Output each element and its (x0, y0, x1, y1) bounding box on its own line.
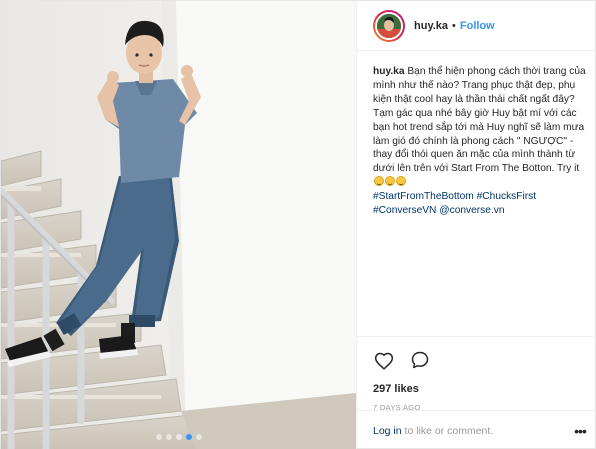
hashtag-link[interactable]: #ConverseVN (373, 205, 436, 216)
carousel-dot-active[interactable] (185, 434, 192, 440)
caption-text: Bạn thể hiện phong cách thời trang của m… (373, 66, 586, 175)
post-actions: 297 likes 7 DAYS AGO (357, 336, 596, 412)
more-options-icon[interactable]: ••• (572, 423, 588, 439)
avatar-image (375, 11, 403, 40)
follow-button[interactable]: Follow (460, 20, 495, 32)
post-photo[interactable] (1, 1, 356, 449)
mention-link[interactable]: @converse.vn (439, 205, 504, 216)
grinning-face-emoji-icon (396, 176, 406, 187)
grinning-face-emoji-icon (385, 176, 395, 187)
separator-dot: • (452, 19, 456, 32)
heart-icon (374, 352, 394, 370)
post-header: huy.ka • Follow (357, 1, 596, 51)
like-button[interactable] (373, 349, 395, 371)
hashtag-link[interactable]: #ChucksFirst (477, 191, 536, 202)
post-caption: huy.ka Bạn thể hiện phong cách thời tran… (373, 65, 588, 218)
post-sidebar: huy.ka • Follow huy.ka Bạn thể hiện phon… (356, 1, 596, 449)
action-icons (373, 349, 582, 371)
login-prompt-text: to like or comment. (401, 424, 494, 437)
photo-illustration (1, 1, 356, 449)
comment-button[interactable] (409, 349, 431, 371)
more-options-glyph: ••• (574, 423, 587, 439)
hashtag-link[interactable]: #StartFromTheBottom (373, 191, 474, 202)
carousel-dot[interactable] (175, 434, 182, 440)
instagram-post: huy.ka • Follow huy.ka Bạn thể hiện phon… (0, 0, 596, 449)
carousel-dot[interactable] (195, 434, 202, 440)
header-text: huy.ka • Follow (414, 20, 495, 32)
username-link[interactable]: huy.ka (414, 20, 448, 32)
grinning-face-emoji-icon (374, 176, 384, 187)
caption-username[interactable]: huy.ka (373, 66, 405, 77)
login-prompt: Log in to like or comment. ••• (357, 410, 596, 449)
avatar[interactable] (373, 9, 405, 42)
likes-count[interactable]: 297 likes (373, 383, 582, 395)
carousel-indicator (1, 434, 356, 440)
comment-icon (411, 351, 429, 369)
carousel-dot[interactable] (155, 434, 162, 440)
carousel-dot[interactable] (165, 434, 172, 440)
login-link[interactable]: Log in (373, 425, 402, 437)
